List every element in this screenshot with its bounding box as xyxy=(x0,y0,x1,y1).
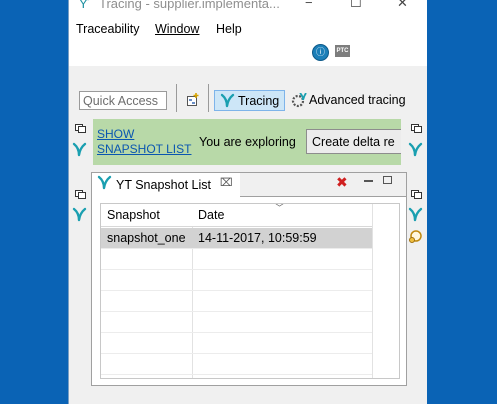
open-perspective-icon[interactable] xyxy=(187,93,200,106)
restore-right-stack-icon[interactable] xyxy=(411,124,422,133)
restore-right-stack-icon[interactable] xyxy=(411,190,422,199)
table-row-empty xyxy=(101,333,372,354)
maximize-view-icon[interactable] xyxy=(383,176,392,184)
cell-date: 14-11-2017, 10:59:59 xyxy=(198,231,317,245)
sort-descending-icon: ﹀ xyxy=(275,203,285,213)
minimize-button[interactable]: − xyxy=(305,0,313,10)
info-banner: SHOW SNAPSHOT LIST You are exploring Cre… xyxy=(93,119,401,165)
create-delta-report-button[interactable]: Create delta re xyxy=(306,129,401,154)
tracing-perspective-label: Tracing xyxy=(238,94,280,108)
toolbar-separator xyxy=(208,84,209,112)
advanced-tracing-label: Advanced tracing xyxy=(309,93,406,107)
show-snapshot-list-link[interactable]: SHOW SNAPSHOT LIST xyxy=(97,127,191,157)
exploring-status-text: You are exploring xyxy=(199,135,296,149)
tab-yt-snapshot-list[interactable]: YT Snapshot List ⌧ xyxy=(92,173,241,196)
column-header-date[interactable]: Date ﹀ xyxy=(192,204,372,227)
table-row-empty xyxy=(101,354,372,375)
link-text-line: SHOW xyxy=(97,127,135,141)
menu-traceability[interactable]: Traceability xyxy=(76,22,139,36)
table-row-empty xyxy=(101,291,372,312)
table-row-empty xyxy=(101,270,372,291)
tracing-tab-icon xyxy=(97,175,112,190)
table-row-empty xyxy=(101,249,372,270)
snapshot-list-view: YT Snapshot List ⌧ ✖ Snapshot Date ﹀ sna… xyxy=(91,172,407,386)
quick-access-input[interactable]: Quick Access xyxy=(79,91,167,110)
maximize-button[interactable]: ☐ xyxy=(350,0,362,11)
restore-left-stack-icon[interactable] xyxy=(75,190,86,199)
tracing-perspective-button[interactable]: Tracing xyxy=(214,90,285,111)
title-bar: Ƴ Tracing - supplier.implementa... − ☐ ✕ xyxy=(69,0,427,14)
window-title: Tracing - supplier.implementa... xyxy=(99,0,280,11)
tracing-app-icon: Ƴ xyxy=(79,0,90,11)
menu-bar: Traceability Window Help xyxy=(69,14,427,40)
menu-window[interactable]: Window xyxy=(155,22,199,36)
table-row[interactable]: snapshot_one 14-11-2017, 10:59:59 xyxy=(101,228,372,249)
main-toolbar: ⓘ PTC xyxy=(69,40,427,66)
tab-label: YT Snapshot List xyxy=(116,178,211,192)
view-toolbar: ✖ xyxy=(240,173,406,197)
close-button[interactable]: ✕ xyxy=(397,0,408,11)
link-text-line: SNAPSHOT LIST xyxy=(97,142,192,156)
delete-snapshot-icon[interactable]: ✖ xyxy=(336,174,348,191)
menu-help[interactable]: Help xyxy=(216,22,242,36)
advanced-tracing-icon xyxy=(291,93,307,108)
info-icon[interactable]: ⓘ xyxy=(312,44,329,61)
perspective-toolbar: Quick Access Tracing Advanced tracing xyxy=(69,66,427,118)
application-window: Ƴ Tracing - supplier.implementa... − ☐ ✕… xyxy=(68,0,427,404)
tracing-perspective-icon xyxy=(220,93,235,108)
snapshot-table: Snapshot Date ﹀ snapshot_one 14-11-2017,… xyxy=(100,203,400,379)
outline-view-icon[interactable] xyxy=(408,229,423,244)
close-tab-icon[interactable]: ⌧ xyxy=(220,176,233,189)
cell-snapshot: snapshot_one xyxy=(107,231,186,245)
tracing-view-icon[interactable] xyxy=(72,142,87,157)
ptc-logo-icon[interactable]: PTC xyxy=(335,45,350,57)
column-header-date-label: Date xyxy=(198,208,225,222)
restore-left-stack-icon[interactable] xyxy=(75,124,86,133)
column-header-snapshot[interactable]: Snapshot xyxy=(101,204,192,227)
toolbar-separator xyxy=(176,84,177,112)
table-row-empty xyxy=(101,312,372,333)
minimize-view-icon[interactable] xyxy=(364,180,373,182)
tracing-view-icon[interactable] xyxy=(72,207,87,222)
tracing-view-icon[interactable] xyxy=(408,207,423,222)
tracing-view-icon[interactable] xyxy=(408,142,423,157)
